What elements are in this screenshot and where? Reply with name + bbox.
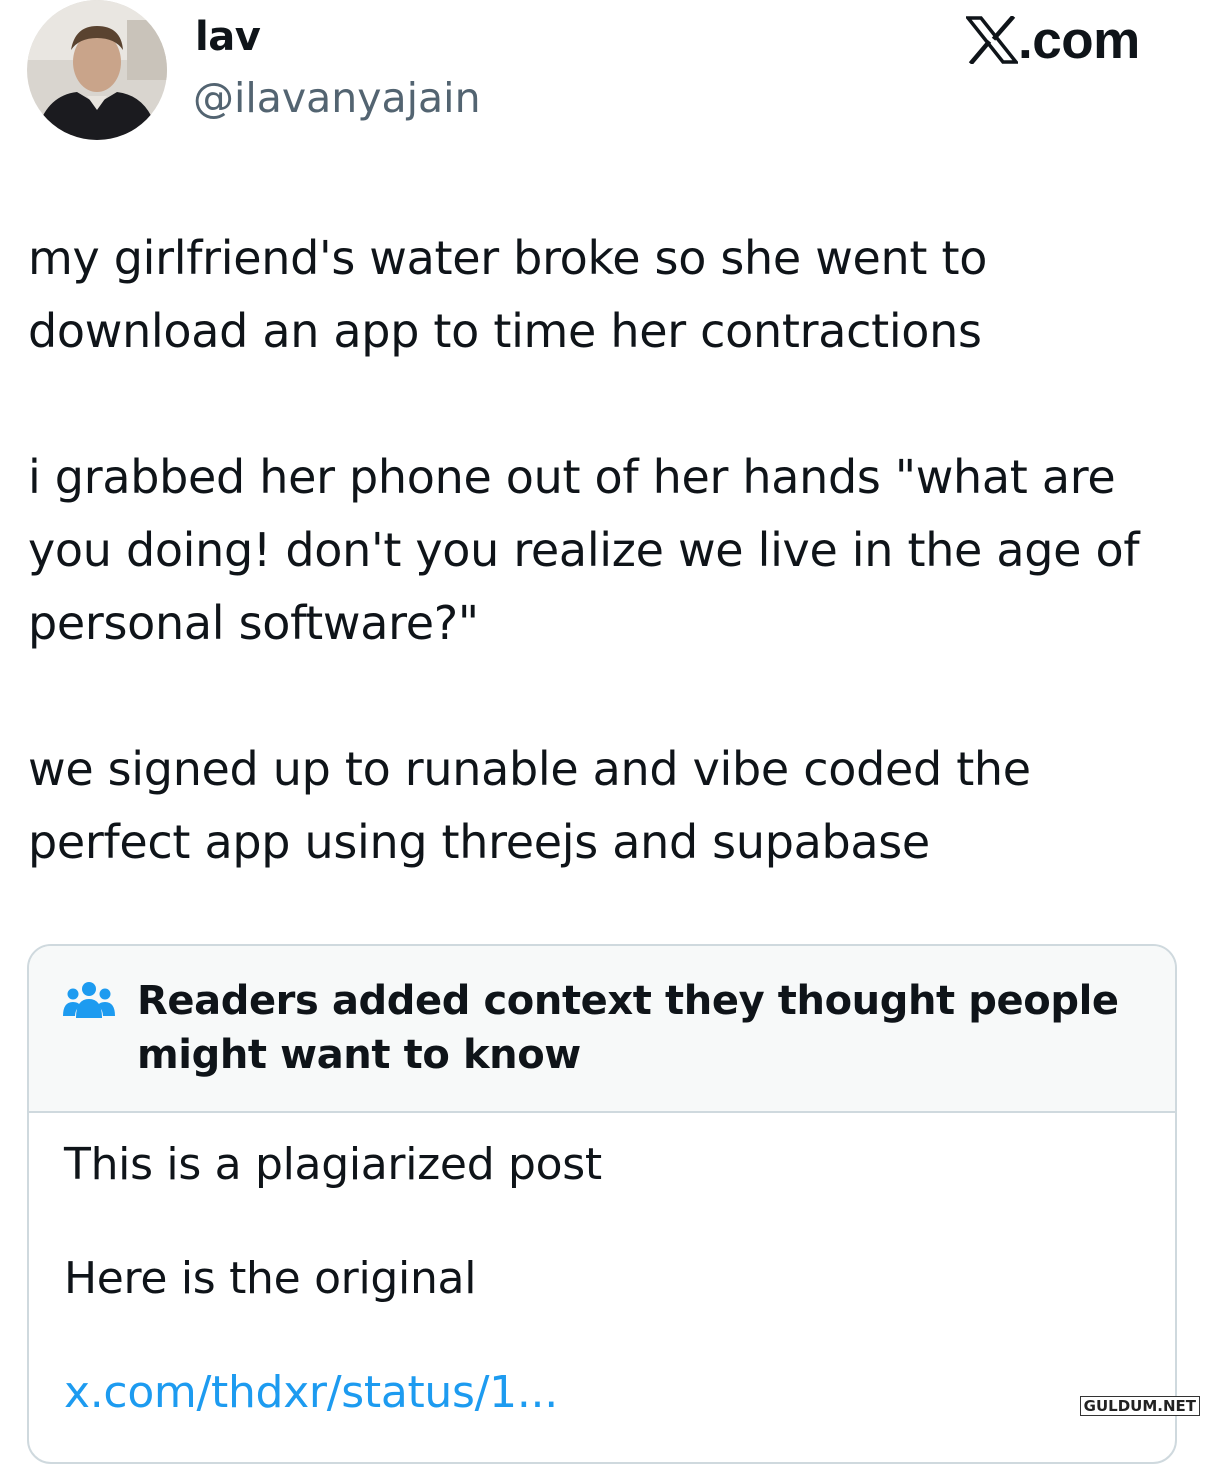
brand-logo: .com: [966, 10, 1140, 70]
tweet-paragraph: my girlfriend's water broke so she went …: [28, 231, 988, 358]
avatar-image: [27, 0, 167, 140]
community-note-title: Readers added context they thought peopl…: [137, 978, 1119, 1078]
avatar[interactable]: [27, 0, 167, 140]
user-handle[interactable]: @ilavanyajain: [193, 74, 481, 122]
tweet-paragraph: we signed up to runable and vibe coded t…: [28, 742, 1031, 869]
community-note-line: This is a plagiarized post: [64, 1139, 602, 1190]
x-logo-icon: [966, 16, 1018, 64]
tweet-paragraph: i grabbed her phone out of her hands "wh…: [28, 450, 1140, 650]
people-icon: [63, 982, 115, 1018]
tweet-text: my girlfriend's water broke so she went …: [28, 222, 1188, 879]
community-note-header: Readers added context they thought peopl…: [29, 946, 1175, 1113]
community-note-line: Here is the original: [64, 1253, 477, 1304]
community-note-body: This is a plagiarized post Here is the o…: [64, 1136, 1144, 1421]
brand-text: .com: [1018, 10, 1140, 70]
community-note: Readers added context they thought peopl…: [27, 944, 1177, 1464]
original-post-link[interactable]: x.com/thdxr/status/1...: [64, 1364, 1144, 1421]
site-watermark: GULDUM.NET: [1079, 1396, 1200, 1416]
display-name[interactable]: lav: [195, 14, 261, 60]
